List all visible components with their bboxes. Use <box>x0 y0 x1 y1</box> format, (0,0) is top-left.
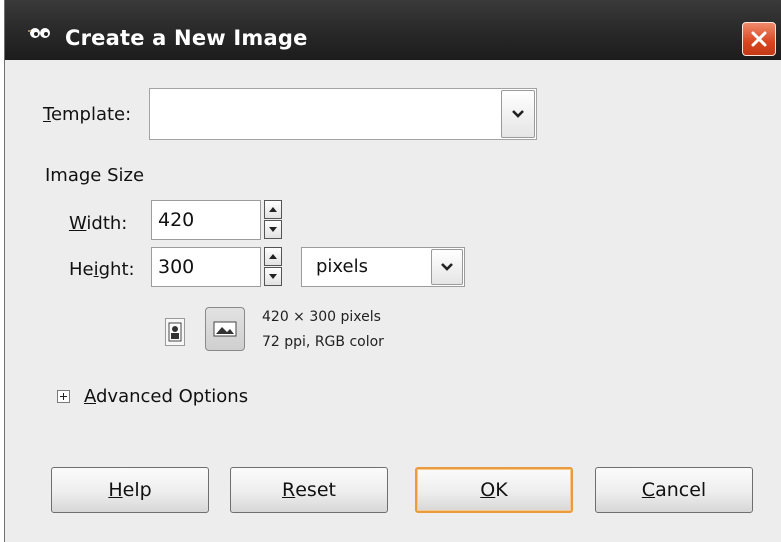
portrait-icon <box>168 322 182 342</box>
reset-button[interactable]: Reset <box>230 467 388 513</box>
ok-button[interactable]: OK <box>415 467 573 513</box>
advanced-options-toggle[interactable]: Advanced Options <box>84 386 248 407</box>
template-dropdown-button[interactable] <box>501 90 535 138</box>
close-button[interactable] <box>742 22 776 56</box>
image-size-heading: Image Size <box>45 165 145 186</box>
height-label: Height: <box>69 259 135 280</box>
landscape-button[interactable] <box>205 307 245 351</box>
width-decrement-button[interactable] <box>264 220 282 239</box>
height-spinner[interactable] <box>264 247 282 287</box>
cancel-button[interactable]: Cancel <box>595 467 753 513</box>
image-dimensions-info: 420 × 300 pixels <box>262 309 381 325</box>
title-bar[interactable]: Create a New Image <box>5 0 781 60</box>
chevron-down-icon <box>512 110 524 118</box>
close-x-icon <box>751 31 767 47</box>
arrow-up-icon <box>269 207 277 212</box>
expand-plus-icon[interactable] <box>57 390 70 403</box>
unit-select[interactable]: pixels <box>301 247 465 287</box>
width-label: Width: <box>69 213 128 234</box>
create-image-dialog: Create a New Image Template: Image Size … <box>4 0 781 542</box>
height-input[interactable]: 300 <box>151 247 261 287</box>
image-resolution-info: 72 ppi, RGB color <box>262 334 384 350</box>
arrow-down-icon <box>269 227 277 232</box>
template-combobox[interactable] <box>149 88 537 140</box>
arrow-up-icon <box>269 254 277 259</box>
width-input[interactable]: 420 <box>151 200 261 240</box>
unit-value: pixels <box>316 256 368 277</box>
gimp-wilber-icon <box>28 28 50 38</box>
unit-dropdown-button[interactable] <box>431 249 463 285</box>
window-title: Create a New Image <box>65 26 308 50</box>
chevron-down-icon <box>441 263 453 271</box>
arrow-down-icon <box>269 274 277 279</box>
height-decrement-button[interactable] <box>264 267 282 286</box>
width-increment-button[interactable] <box>264 200 282 219</box>
width-spinner[interactable] <box>264 200 282 240</box>
height-increment-button[interactable] <box>264 247 282 266</box>
portrait-button[interactable] <box>165 318 185 346</box>
landscape-icon <box>213 321 237 337</box>
template-label: Template: <box>43 104 132 125</box>
help-button[interactable]: Help <box>51 467 209 513</box>
